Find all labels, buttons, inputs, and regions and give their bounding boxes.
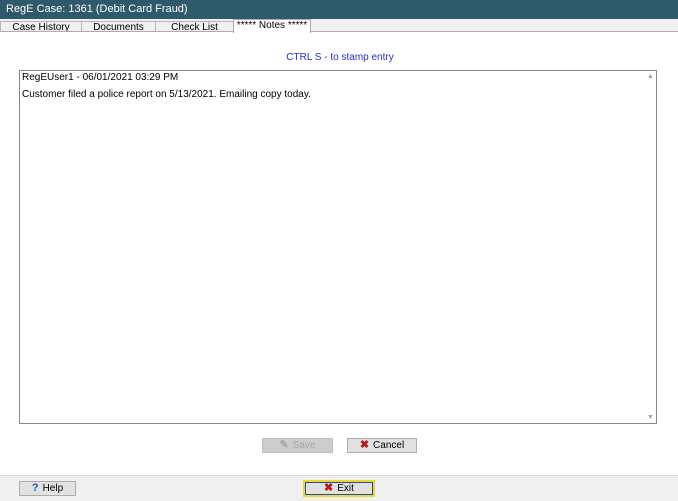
exit-button[interactable]: ✖ Exit xyxy=(303,480,375,497)
help-button[interactable]: ? Help xyxy=(19,481,76,496)
notes-content: RegEUser1 - 06/01/2021 03:29 PM Customer… xyxy=(22,72,644,106)
pencil-icon: ✎ xyxy=(279,439,289,451)
note-entry-header: RegEUser1 - 06/01/2021 03:29 PM xyxy=(22,72,179,83)
note-entry-body: Customer filed a police report on 5/13/2… xyxy=(22,89,311,100)
question-icon: ? xyxy=(31,482,39,494)
notes-scrollbar[interactable]: ▲ ▼ xyxy=(645,71,656,423)
x-icon: ✖ xyxy=(359,439,370,451)
exit-label: Exit xyxy=(337,483,354,494)
scroll-down-icon[interactable]: ▼ xyxy=(645,412,656,423)
save-label: Save xyxy=(292,440,316,451)
notes-textarea[interactable]: RegEUser1 - 06/01/2021 03:29 PM Customer… xyxy=(19,70,657,424)
help-label: Help xyxy=(42,483,64,494)
cancel-button[interactable]: ✖ Cancel xyxy=(347,438,417,453)
scroll-up-icon[interactable]: ▲ xyxy=(645,71,656,82)
footer-bar: ? Help ✖ Exit xyxy=(0,475,678,501)
window-title: RegE Case: 1361 (Debit Card Fraud) xyxy=(0,0,678,19)
notes-panel: CTRL S - to stamp entry RegEUser1 - 06/0… xyxy=(0,31,678,475)
cancel-label: Cancel xyxy=(373,440,405,451)
tab-notes[interactable]: ***** Notes ***** xyxy=(233,19,311,33)
save-button[interactable]: ✎ Save xyxy=(262,438,333,453)
x-icon: ✖ xyxy=(324,482,334,494)
stamp-hint: CTRL S - to stamp entry xyxy=(286,52,394,63)
